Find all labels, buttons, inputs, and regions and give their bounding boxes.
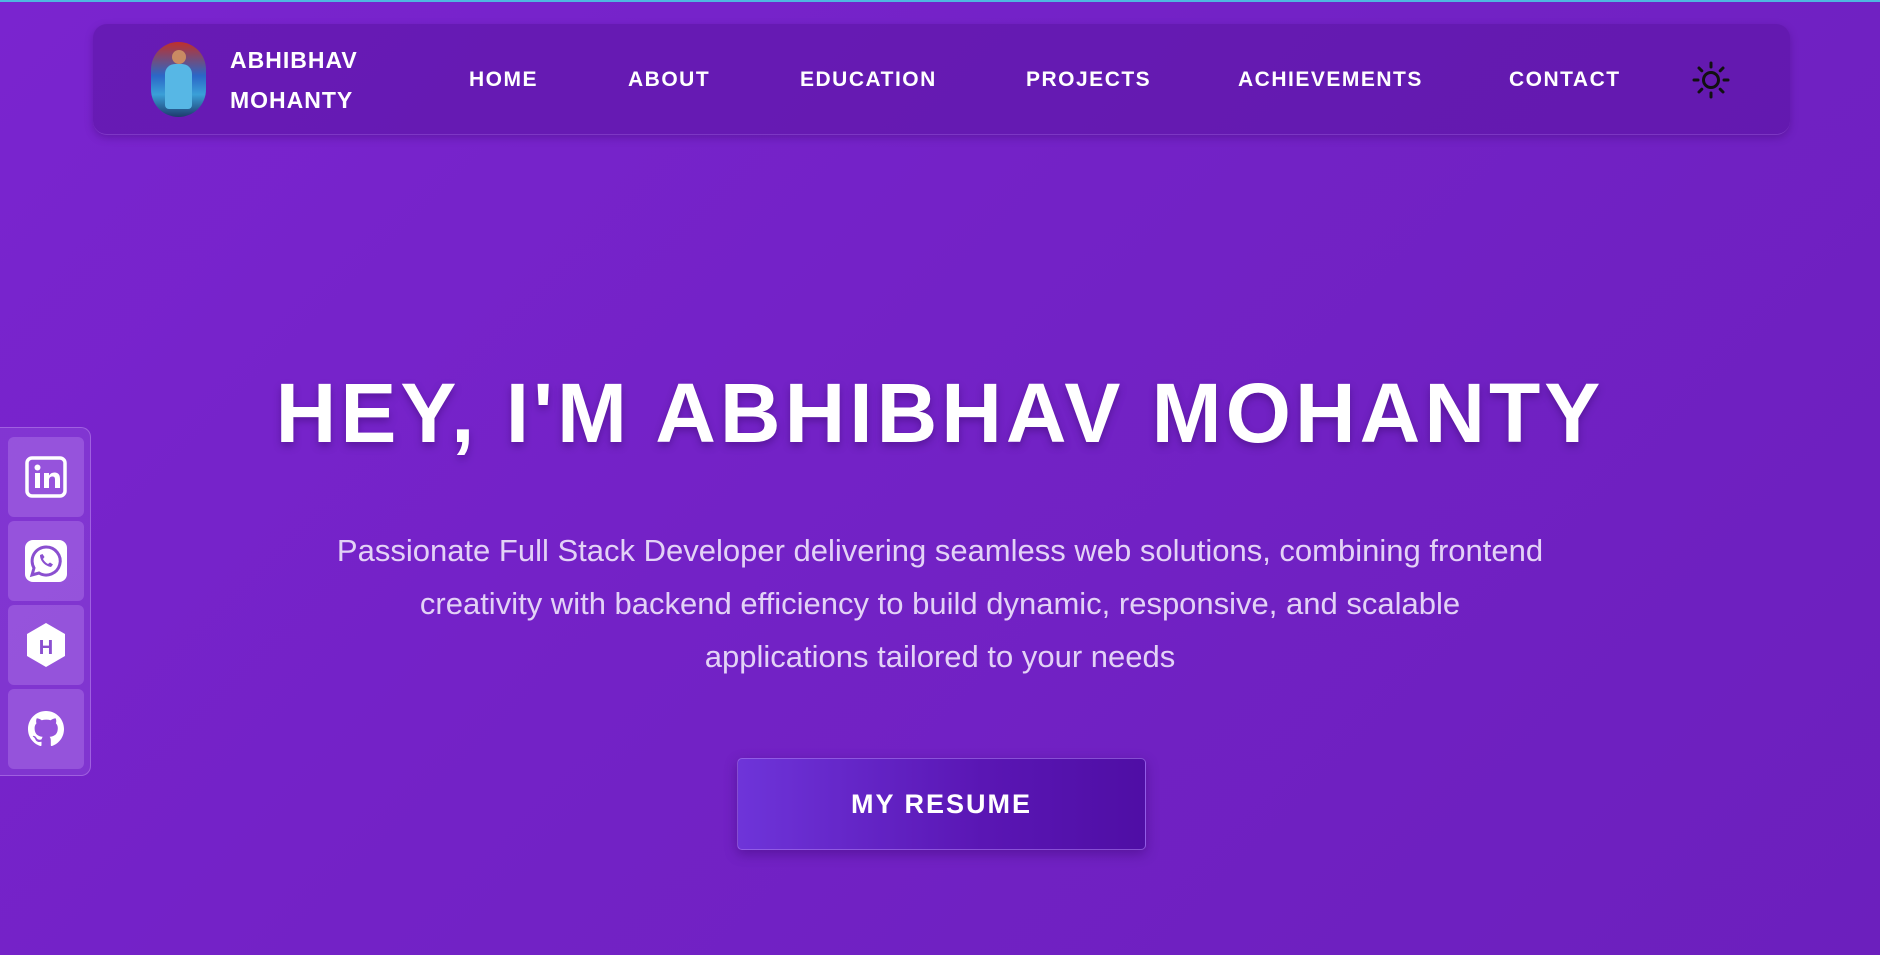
github-icon: [28, 711, 64, 747]
hero-subtitle: Passionate Full Stack Developer deliveri…: [330, 524, 1550, 683]
hero-subtitle-line: Passionate Full Stack Developer deliveri…: [336, 533, 1544, 568]
whatsapp-link[interactable]: [8, 521, 84, 601]
hero-subtitle-line: creativity with backend efficiency to bu…: [419, 586, 1461, 621]
whatsapp-icon: [25, 540, 67, 582]
brand[interactable]: ABHIBHAV MOHANTY: [151, 42, 358, 117]
avatar: [151, 42, 206, 117]
nav-projects[interactable]: PROJECTS: [1026, 65, 1151, 95]
theme-toggle-button[interactable]: [1691, 60, 1731, 100]
nav-contact[interactable]: CONTACT: [1509, 65, 1621, 95]
top-accent-line: [0, 0, 1880, 2]
social-dock: H: [0, 427, 91, 776]
hashnode-icon: H: [27, 623, 65, 667]
github-link[interactable]: [8, 689, 84, 769]
hero-title: HEY, I'M ABHIBHAV MOHANTY: [275, 366, 1605, 460]
nav-education[interactable]: EDUCATION: [800, 65, 937, 95]
nav-achievements[interactable]: ACHIEVEMENTS: [1238, 65, 1423, 95]
svg-text:H: H: [39, 637, 53, 659]
brand-name-line1: ABHIBHAV: [230, 46, 358, 73]
nav-home[interactable]: HOME: [469, 65, 538, 95]
resume-button[interactable]: MY RESUME: [737, 758, 1146, 850]
hashnode-link[interactable]: H: [8, 605, 84, 685]
brand-name-line2: MOHANTY: [230, 86, 354, 113]
nav-about[interactable]: ABOUT: [628, 65, 710, 95]
sun-icon: [1692, 61, 1730, 99]
hero-subtitle-line: applications tailored to your needs: [704, 639, 1176, 674]
navbar: ABHIBHAV MOHANTY HOME ABOUT EDUCATION PR…: [93, 24, 1790, 135]
brand-name: ABHIBHAV MOHANTY: [230, 40, 358, 120]
